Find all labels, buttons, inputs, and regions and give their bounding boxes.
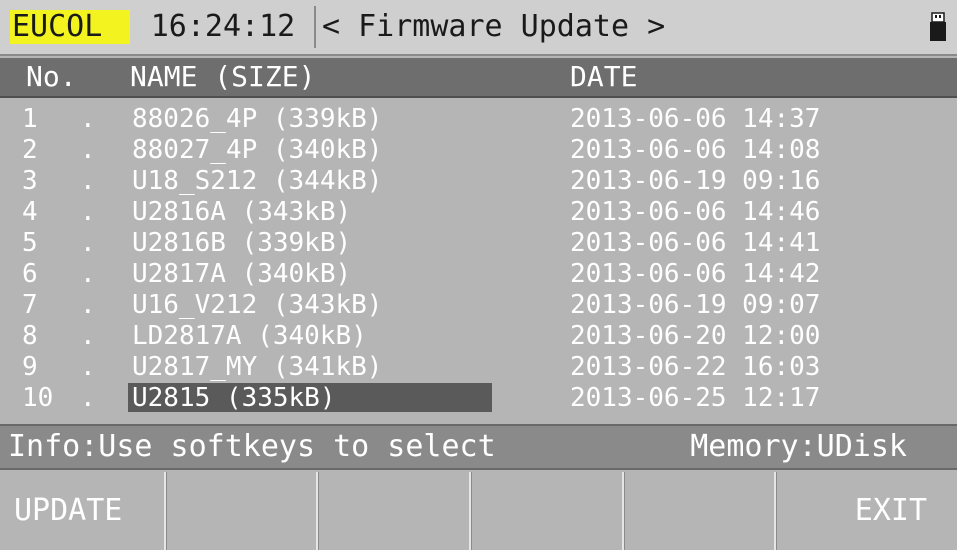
exit-button[interactable]: EXIT — [776, 472, 957, 550]
file-number: 4 — [22, 197, 38, 227]
separator-dot: . — [80, 383, 96, 413]
table-row[interactable]: 9 . U2817_MY (341kB) 2013-06-22 16:03 — [0, 352, 957, 383]
file-number: 10 — [22, 383, 54, 413]
column-header-date: DATE — [570, 60, 638, 93]
file-name-highlighted: U2815 (335kB) — [128, 383, 492, 413]
table-row[interactable]: 8 . LD2817A (340kB) 2013-06-20 12:00 — [0, 321, 957, 352]
softkey-2[interactable] — [165, 472, 319, 550]
brand-logo: EUCOL — [10, 10, 130, 44]
file-list: 1 . 88026_4P (339kB) 2013-06-06 14:37 2 … — [0, 104, 957, 422]
file-date: 2013-06-25 12:17 — [570, 383, 821, 413]
softkey-5[interactable] — [623, 472, 777, 550]
softkey-3[interactable] — [318, 472, 472, 550]
file-number: 6 — [22, 259, 38, 289]
file-date: 2013-06-19 09:16 — [570, 166, 821, 196]
table-row[interactable]: 2 . 88027_4P (340kB) 2013-06-06 14:08 — [0, 135, 957, 166]
update-button[interactable]: UPDATE — [0, 472, 166, 550]
table-row[interactable]: 4 . U2816A (343kB) 2013-06-06 14:46 — [0, 197, 957, 228]
info-bar: Info:Use softkeys to select Memory:UDisk — [0, 424, 957, 470]
file-number: 3 — [22, 166, 38, 196]
table-row[interactable]: 3 . U18_S212 (344kB) 2013-06-19 09:16 — [0, 166, 957, 197]
separator-dot: . — [80, 290, 96, 320]
separator-dot: . — [80, 321, 96, 351]
separator-dot: . — [80, 197, 96, 227]
file-number: 8 — [22, 321, 38, 351]
file-name: U2816B (339kB) — [132, 228, 352, 258]
file-number: 2 — [22, 135, 38, 165]
file-date: 2013-06-22 16:03 — [570, 352, 821, 382]
file-date: 2013-06-20 12:00 — [570, 321, 821, 351]
table-row[interactable]: 7 . U16_V212 (343kB) 2013-06-19 09:07 — [0, 290, 957, 321]
file-name: U2816A (343kB) — [132, 197, 352, 227]
file-date: 2013-06-06 14:41 — [570, 228, 821, 258]
column-header-name: NAME (SIZE) — [130, 60, 316, 93]
separator-dot: . — [80, 104, 96, 134]
file-name: U2817A (340kB) — [132, 259, 352, 289]
file-date: 2013-06-06 14:42 — [570, 259, 821, 289]
file-name: 88027_4P (340kB) — [132, 135, 383, 165]
firmware-update-screen: EUCOL 16:24:12 < Firmware Update > No. N… — [0, 0, 957, 550]
file-number: 5 — [22, 228, 38, 258]
clock: 16:24:12 — [150, 9, 296, 44]
info-message: Info:Use softkeys to select — [8, 429, 496, 464]
separator-dot: . — [80, 352, 96, 382]
file-number: 9 — [22, 352, 38, 382]
file-number: 7 — [22, 290, 38, 320]
column-header-no: No. — [26, 60, 77, 93]
file-date: 2013-06-19 09:07 — [570, 290, 821, 320]
file-name: U18_S212 (344kB) — [132, 166, 383, 196]
file-number: 1 — [22, 104, 38, 134]
file-date: 2013-06-06 14:46 — [570, 197, 821, 227]
page-title: < Firmware Update > — [314, 6, 944, 48]
file-name: U2817_MY (341kB) — [132, 352, 383, 382]
top-bar: EUCOL 16:24:12 < Firmware Update > — [0, 0, 957, 56]
softkey-4[interactable] — [471, 472, 624, 550]
separator-dot: . — [80, 135, 96, 165]
softkey-bar: UPDATE EXIT — [0, 472, 957, 550]
file-name: LD2817A (340kB) — [132, 321, 367, 351]
separator-dot: . — [80, 228, 96, 258]
table-row[interactable]: 5 . U2816B (339kB) 2013-06-06 14:41 — [0, 228, 957, 259]
usb-drive-icon — [930, 12, 946, 41]
table-header: No. NAME (SIZE) DATE — [0, 58, 957, 98]
separator-dot: . — [80, 166, 96, 196]
table-row-selected[interactable]: 10 . U2815 (335kB) 2013-06-25 12:17 — [0, 383, 957, 414]
file-name: 88026_4P (339kB) — [132, 104, 383, 134]
file-name: U16_V212 (343kB) — [132, 290, 383, 320]
file-date: 2013-06-06 14:08 — [570, 135, 821, 165]
table-row[interactable]: 6 . U2817A (340kB) 2013-06-06 14:42 — [0, 259, 957, 290]
file-date: 2013-06-06 14:37 — [570, 104, 821, 134]
table-row[interactable]: 1 . 88026_4P (339kB) 2013-06-06 14:37 — [0, 104, 957, 135]
separator-dot: . — [80, 259, 96, 289]
memory-indicator: Memory:UDisk — [690, 429, 907, 464]
